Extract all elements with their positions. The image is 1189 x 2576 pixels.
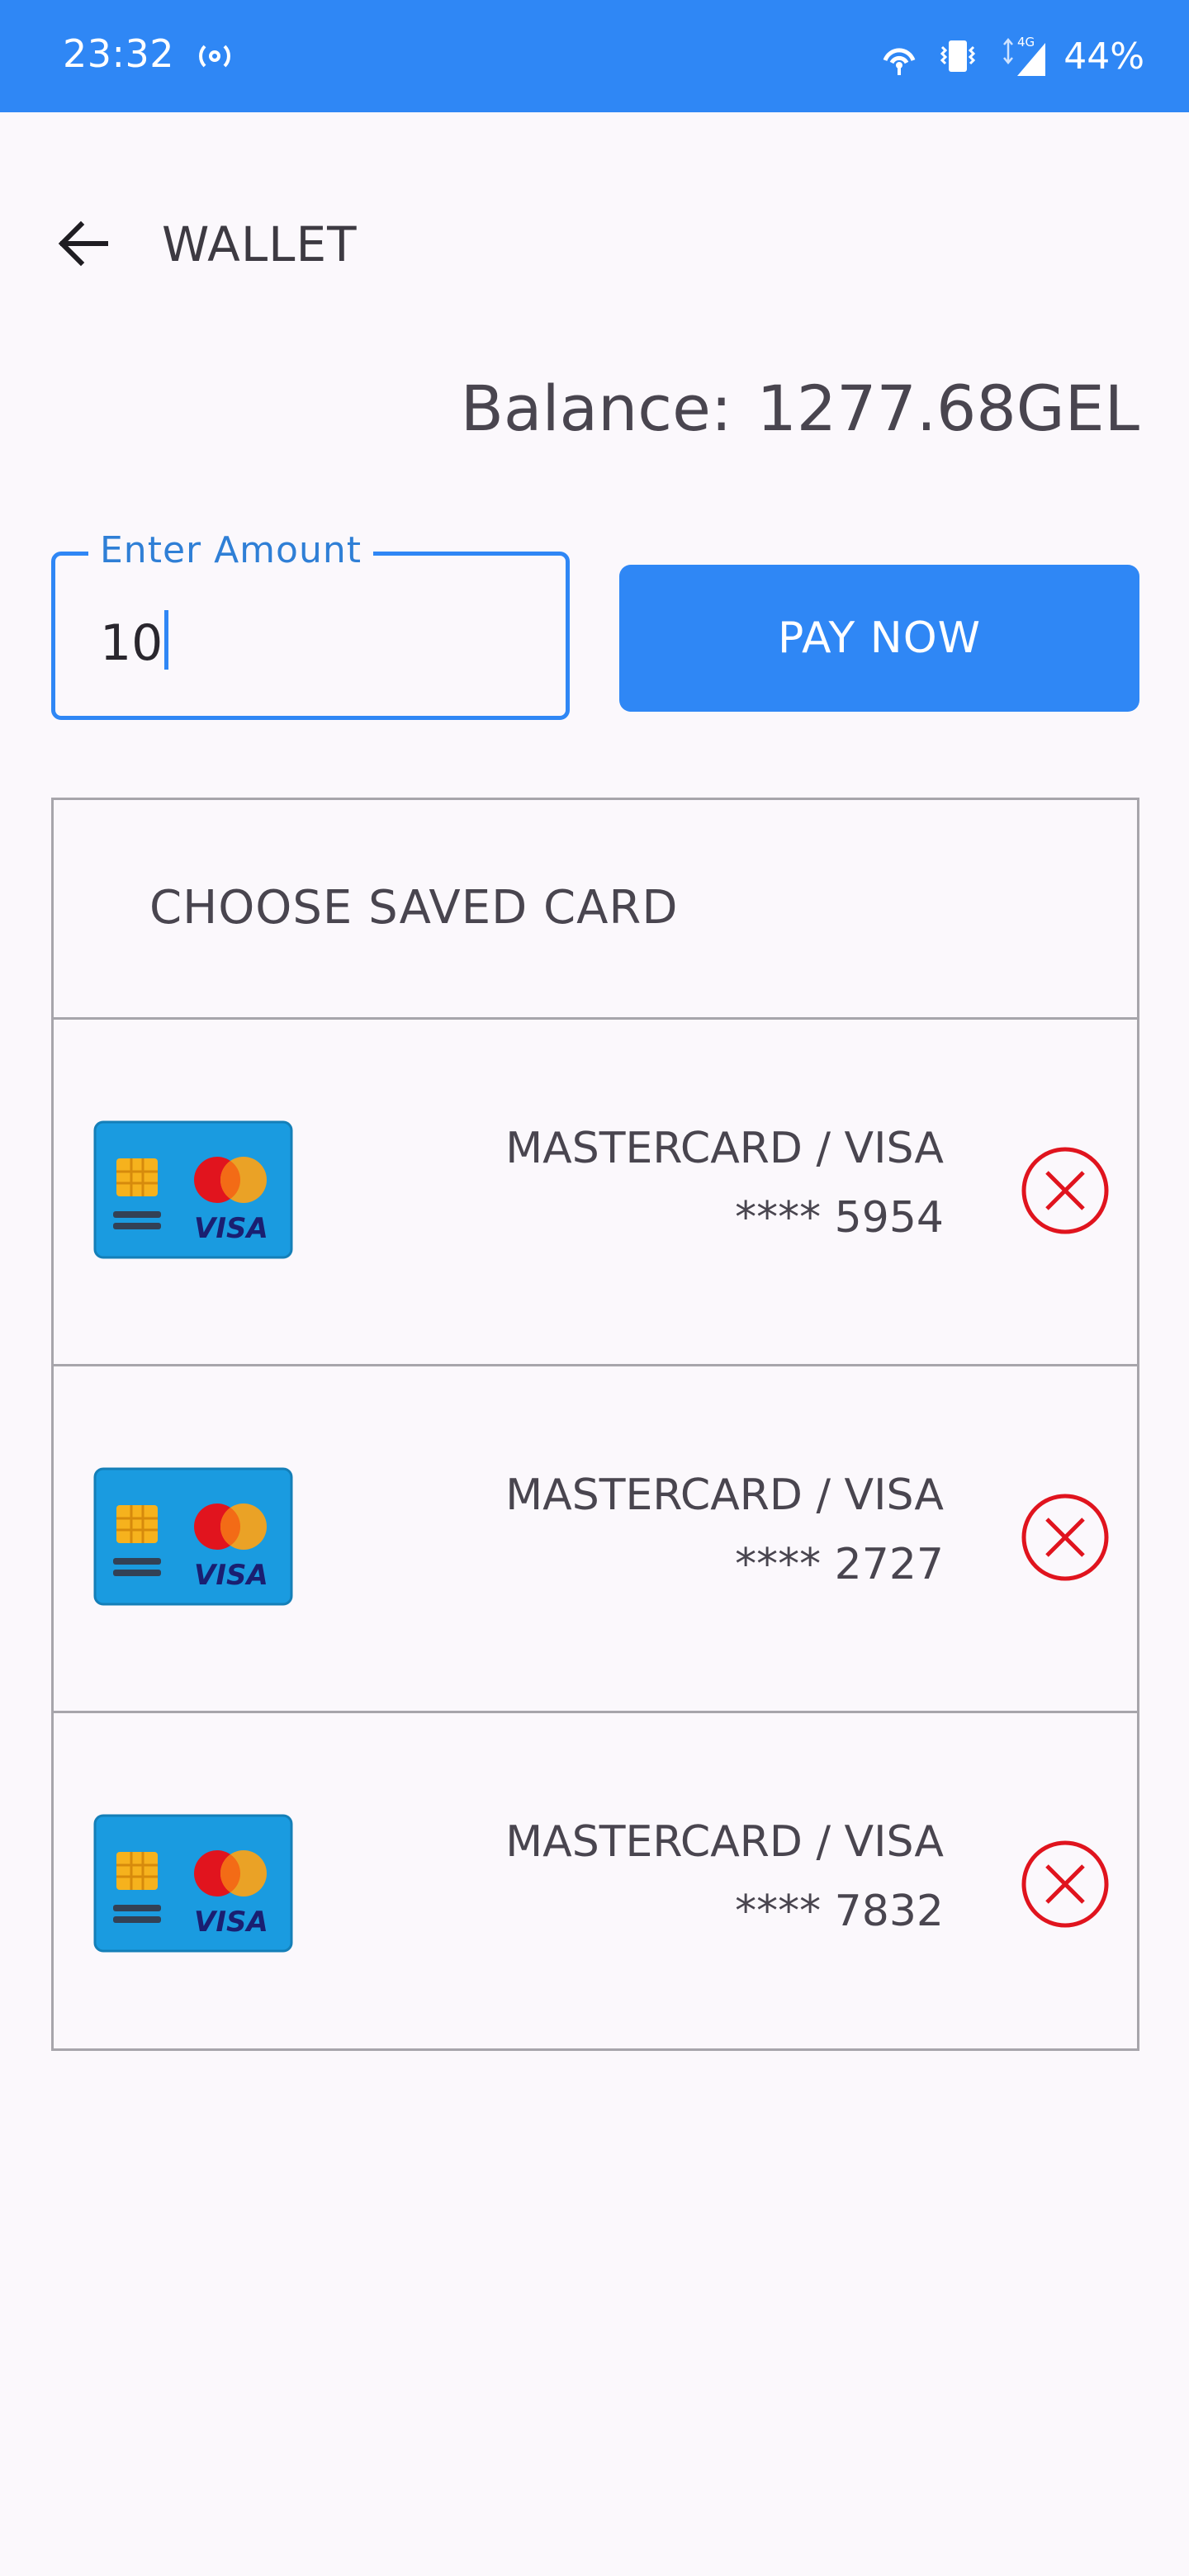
text-cursor [164, 610, 169, 670]
delete-card-icon[interactable] [1020, 1145, 1111, 1236]
balance: Balance: 1277.68GEL [461, 372, 1139, 445]
status-bar: 23:32 4G 44% [0, 0, 1189, 112]
battery-percentage: 44% [1063, 35, 1144, 78]
saved-cards-panel: CHOOSE SAVED CARD VISA MASTERCARD / VISA… [51, 798, 1139, 2051]
credit-card-icon: VISA [93, 1814, 293, 1953]
card-number: **** 7832 [735, 1887, 944, 1936]
credit-card-icon: VISA [93, 1120, 293, 1259]
card-type: MASTERCARD / VISA [505, 1470, 944, 1520]
card-type: MASTERCARD / VISA [505, 1817, 944, 1867]
balance-value: 1277.68GEL [756, 372, 1139, 445]
saved-cards-title: CHOOSE SAVED CARD [149, 881, 679, 935]
page-title: WALLET [162, 216, 358, 272]
amount-input[interactable]: Enter Amount 10 [51, 529, 570, 720]
credit-card-icon: VISA [93, 1467, 293, 1606]
delete-card-icon[interactable] [1020, 1839, 1111, 1930]
card-type: MASTERCARD / VISA [505, 1124, 944, 1173]
delete-card-icon[interactable] [1020, 1492, 1111, 1583]
svg-text:VISA: VISA [194, 1906, 268, 1939]
arrow-back-icon [58, 220, 108, 267]
vibrate-icon [940, 40, 976, 72]
saved-card-row[interactable]: VISA MASTERCARD / VISA **** 7832 [54, 1713, 1137, 2060]
svg-text:VISA: VISA [194, 1559, 268, 1592]
app-bar: WALLET [0, 182, 1189, 305]
svg-text:VISA: VISA [194, 1212, 268, 1245]
card-number: **** 5954 [735, 1193, 944, 1243]
signal-4g-icon: 4G [1003, 35, 1046, 76]
card-number: **** 2727 [735, 1540, 944, 1589]
saved-card-row[interactable]: VISA MASTERCARD / VISA **** 5954 [54, 1020, 1137, 1366]
status-time: 23:32 [63, 31, 175, 76]
status-icons: 4G 44% [879, 30, 1144, 83]
saved-cards-header: CHOOSE SAVED CARD [54, 800, 1137, 1020]
pay-now-button[interactable]: PAY NOW [619, 565, 1139, 712]
back-button[interactable] [46, 206, 121, 281]
saved-card-row[interactable]: VISA MASTERCARD / VISA **** 2727 [54, 1366, 1137, 1713]
amount-input-value[interactable]: 10 [100, 610, 169, 672]
svg-text:4G: 4G [1017, 35, 1035, 50]
amount-input-label: Enter Amount [88, 529, 373, 571]
wifi-calling-icon [883, 48, 916, 75]
hotspot-icon [199, 45, 230, 68]
balance-label: Balance: [460, 372, 732, 445]
